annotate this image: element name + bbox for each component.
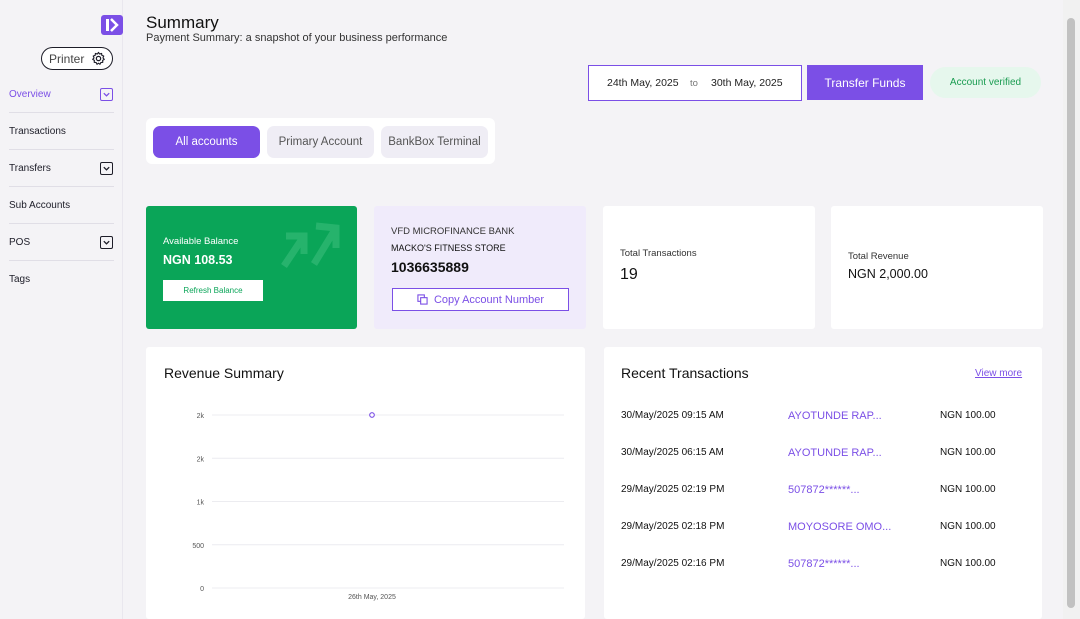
stat-value: 19 bbox=[620, 266, 638, 283]
tab-bankbox-terminal[interactable]: BankBox Terminal bbox=[381, 126, 488, 158]
end-date[interactable]: 30th May, 2025 bbox=[711, 77, 783, 89]
sidebar-item-tags[interactable]: Tags bbox=[9, 261, 114, 298]
transaction-amount: NGN 100.00 bbox=[940, 410, 996, 421]
bank-name: VFD MICROFINANCE BANK bbox=[391, 226, 515, 237]
sidebar-item-sub-accounts[interactable]: Sub Accounts bbox=[9, 187, 114, 224]
transaction-date: 29/May/2025 02:19 PM bbox=[621, 484, 725, 495]
recent-transactions-card: Recent Transactions View more 30/May/202… bbox=[604, 347, 1042, 619]
transaction-name[interactable]: AYOTUNDE RAP... bbox=[788, 447, 882, 459]
y-tick-label: 2k bbox=[197, 456, 205, 463]
stat-label: Total Transactions bbox=[620, 248, 697, 259]
account-verified-badge: Account verified bbox=[930, 67, 1041, 98]
y-tick-label: 0 bbox=[200, 586, 204, 593]
y-tick-label: 1k bbox=[197, 500, 205, 507]
chevron-down-icon[interactable] bbox=[100, 236, 113, 249]
transaction-row[interactable]: 29/May/2025 02:18 PM MOYOSORE OMO... NGN 1… bbox=[604, 521, 1042, 541]
balance-value: NGN 108.53 bbox=[163, 253, 233, 267]
sidebar-item-transfers[interactable]: Transfers bbox=[9, 150, 114, 187]
refresh-balance-button[interactable]: Refresh Balance bbox=[163, 280, 263, 301]
sidebar-item-overview[interactable]: Overview bbox=[9, 76, 114, 113]
copy-account-number-button[interactable]: Copy Account Number bbox=[392, 288, 569, 311]
y-tick-label: 2k bbox=[197, 413, 205, 420]
scrollbar-thumb[interactable] bbox=[1067, 18, 1075, 608]
account-number: 1036635889 bbox=[391, 259, 469, 275]
start-date[interactable]: 24th May, 2025 bbox=[607, 77, 679, 89]
app-logo[interactable] bbox=[101, 15, 123, 35]
recent-transactions-title: Recent Transactions bbox=[621, 365, 749, 381]
sidebar-item-pos[interactable]: POS bbox=[9, 224, 114, 261]
gear-icon bbox=[92, 51, 105, 65]
transaction-row[interactable]: 30/May/2025 09:15 AM AYOTUNDE RAP... NGN 1… bbox=[604, 410, 1042, 430]
y-tick-label: 500 bbox=[192, 543, 204, 550]
transaction-row[interactable]: 29/May/2025 02:19 PM 507872******... NGN 1… bbox=[604, 484, 1042, 504]
sidebar: Printer Overview Transactions Transfers … bbox=[0, 0, 123, 619]
main-content: Summary Payment Summary: a snapshot of y… bbox=[123, 0, 1063, 619]
sidebar-item-transactions[interactable]: Transactions bbox=[9, 113, 114, 150]
transaction-date: 29/May/2025 02:18 PM bbox=[621, 521, 725, 532]
page-subtitle: Payment Summary: a snapshot of your busi… bbox=[146, 32, 448, 44]
transaction-amount: NGN 100.00 bbox=[940, 558, 996, 569]
revenue-summary-card: Revenue Summary 0 500 1k 2k 2k 26th May, 2025 bbox=[146, 347, 585, 619]
date-separator: to bbox=[690, 77, 698, 89]
transaction-name[interactable]: MOYOSORE OMO... bbox=[788, 521, 891, 533]
transaction-name[interactable]: 507872******... bbox=[788, 558, 860, 570]
transaction-amount: NGN 100.00 bbox=[940, 447, 996, 458]
stat-label: Total Revenue bbox=[848, 251, 909, 262]
chevron-down-icon[interactable] bbox=[100, 162, 113, 175]
account-tabs: All accounts Primary Account BankBox Ter… bbox=[146, 118, 495, 164]
sidebar-item-label: POS bbox=[9, 236, 31, 248]
transaction-amount: NGN 100.00 bbox=[940, 484, 996, 495]
arrows-decoration-icon bbox=[281, 222, 340, 268]
sidebar-item-label: Transfers bbox=[9, 162, 51, 174]
transaction-amount: NGN 100.00 bbox=[940, 521, 996, 532]
sidebar-nav: Overview Transactions Transfers Sub Acco… bbox=[0, 76, 123, 298]
data-point[interactable] bbox=[369, 412, 375, 418]
date-range-picker[interactable]: 24th May, 2025 to 30th May, 2025 bbox=[588, 65, 802, 101]
transfer-funds-button[interactable]: Transfer Funds bbox=[807, 65, 923, 100]
copy-label: Copy Account Number bbox=[433, 293, 545, 306]
bank-account-card: VFD MICROFINANCE BANK MACKO'S FITNESS ST… bbox=[374, 206, 586, 329]
stat-value: NGN 2,000.00 bbox=[848, 267, 928, 281]
chevron-down-icon[interactable] bbox=[100, 88, 113, 101]
scrollbar[interactable] bbox=[1063, 0, 1080, 619]
transaction-name[interactable]: 507872******... bbox=[788, 484, 860, 496]
sidebar-item-label: Tags bbox=[9, 274, 31, 285]
transaction-date: 30/May/2025 06:15 AM bbox=[621, 447, 724, 458]
tab-primary-account[interactable]: Primary Account bbox=[267, 126, 374, 158]
revenue-chart: 0 500 1k 2k 2k 26th May, 2025 bbox=[192, 412, 564, 601]
transaction-name[interactable]: AYOTUNDE RAP... bbox=[788, 410, 882, 422]
transaction-date: 30/May/2025 09:15 AM bbox=[621, 410, 724, 421]
view-more-link[interactable]: View more bbox=[975, 368, 1022, 379]
transaction-row[interactable]: 29/May/2025 02:16 PM 507872******... NGN 1… bbox=[604, 558, 1042, 578]
printer-button[interactable]: Printer bbox=[41, 47, 113, 70]
balance-label: Available Balance bbox=[163, 236, 239, 247]
page-title: Summary bbox=[146, 13, 219, 32]
x-tick-label: 26th May, 2025 bbox=[348, 594, 396, 601]
tab-all-accounts[interactable]: All accounts bbox=[153, 126, 260, 158]
sidebar-item-label: Transactions bbox=[9, 125, 66, 137]
available-balance-card: Available Balance NGN 108.53 Refresh Bal… bbox=[146, 206, 357, 329]
printer-label: Printer bbox=[49, 51, 85, 66]
store-name: MACKO'S FITNESS STORE bbox=[391, 243, 506, 253]
transaction-row[interactable]: 30/May/2025 06:15 AM AYOTUNDE RAP... NGN 1… bbox=[604, 447, 1042, 467]
transaction-date: 29/May/2025 02:16 PM bbox=[621, 558, 725, 569]
sidebar-item-label: Overview bbox=[9, 88, 51, 100]
total-revenue-card: Total Revenue NGN 2,000.00 bbox=[831, 206, 1043, 329]
copy-icon bbox=[417, 294, 428, 305]
total-transactions-card: Total Transactions 19 bbox=[603, 206, 815, 329]
sidebar-item-label: Sub Accounts bbox=[9, 199, 71, 211]
